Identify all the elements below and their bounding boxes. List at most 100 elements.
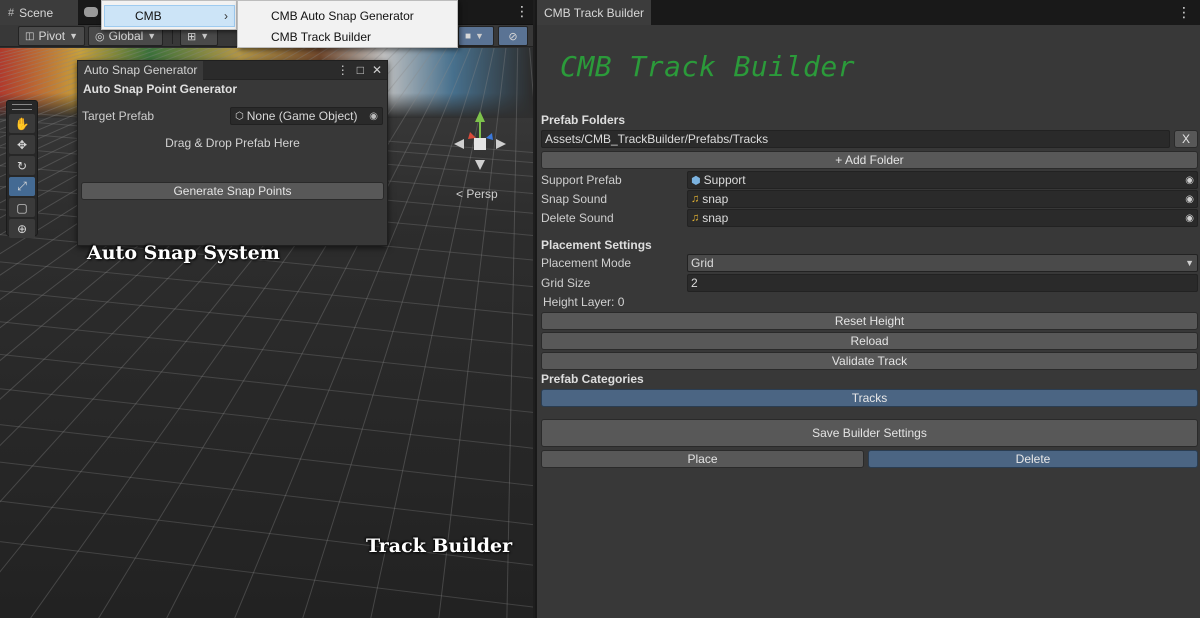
camera-settings-dropdown[interactable]: ■ ▼ [458, 26, 494, 46]
move-tool-icon[interactable]: ✥ [9, 135, 35, 154]
palette-drag-handle[interactable] [12, 104, 32, 110]
pivot-dropdown[interactable]: ◫ Pivot ▼ [18, 26, 86, 46]
snap-sound-row: Snap Sound ♫ snap ◉ [541, 190, 1198, 208]
target-prefab-value: None (Game Object) [246, 109, 358, 123]
grid-line [520, 48, 533, 618]
scene-view[interactable]: # Scene ⋮ ◫ Pivot ▼ ◎ Global ▼ ⊞ ▼ ■ ▼ ⊘ [0, 0, 533, 618]
grid-line [520, 48, 533, 618]
save-builder-settings-button[interactable]: Save Builder Settings [541, 419, 1198, 447]
place-mode-button[interactable]: Place [541, 450, 864, 468]
placement-mode-dropdown[interactable]: Grid ▼ [687, 254, 1198, 272]
snap-sound-label: Snap Sound [541, 192, 608, 206]
menu-item-auto-snap-generator[interactable]: CMB Auto Snap Generator [271, 9, 414, 23]
close-icon[interactable]: ✕ [372, 63, 382, 77]
height-layer-text: Height Layer: 0 [543, 295, 625, 309]
support-prefab-row: Support Prefab ⬢ Support ◉ [541, 171, 1198, 189]
object-picker-icon[interactable]: ◉ [1185, 213, 1194, 224]
prefab-drop-area[interactable]: Drag & Drop Prefab Here [78, 136, 387, 182]
globe-icon: ◎ [95, 30, 105, 43]
grid-line [0, 424, 533, 487]
category-tab-tracks[interactable]: Tracks [541, 389, 1198, 407]
tab-auto-snap-generator[interactable]: Auto Snap Generator [78, 60, 204, 80]
tab-scene[interactable]: # Scene [0, 0, 78, 25]
grid-line [520, 48, 533, 618]
rect-tool-icon[interactable]: ▢ [9, 198, 35, 217]
grid-size-field[interactable]: 2 [687, 274, 1198, 292]
target-prefab-label: Target Prefab [82, 109, 155, 123]
track-builder-caption: Track Builder [366, 535, 513, 557]
hand-tool-icon[interactable]: ✋ [9, 114, 35, 133]
game-controller-icon[interactable] [84, 7, 98, 17]
delete-sound-label: Delete Sound [541, 211, 614, 225]
orientation-gizmo-icon[interactable] [440, 108, 520, 178]
object-picker-icon[interactable]: ◉ [1185, 194, 1194, 205]
grid-line [529, 48, 533, 98]
prefab-categories-heading: Prefab Categories [541, 372, 644, 386]
target-prefab-field[interactable]: ⬡ None (Game Object) ◉ [230, 107, 383, 125]
grid-line [520, 48, 533, 618]
validate-track-button[interactable]: Validate Track [541, 352, 1198, 370]
delete-sound-row: Delete Sound ♫ snap ◉ [541, 209, 1198, 227]
placement-mode-value: Grid [691, 256, 714, 270]
game-object-icon: ⬡ [235, 110, 244, 122]
audio-clip-icon: ♫ [691, 193, 700, 205]
grid-snap-icon: ⊞ [187, 30, 197, 43]
grid-size-row: Grid Size 2 [541, 274, 1198, 292]
grid-line [520, 48, 533, 618]
perspective-label[interactable]: < Persp [456, 187, 498, 201]
visibility-toggle[interactable]: ⊘ [498, 26, 528, 46]
more-options-icon[interactable]: ⋮ [337, 63, 349, 77]
grid-size-value: 2 [691, 276, 698, 290]
snap-sound-field[interactable]: ♫ snap ◉ [687, 190, 1198, 208]
prefab-cube-icon: ⬢ [691, 174, 701, 187]
chevron-down-icon: ▼ [200, 31, 210, 41]
target-prefab-row: Target Prefab ⬡ None (Game Object) ◉ [78, 106, 387, 126]
menu-item-track-builder[interactable]: CMB Track Builder [271, 30, 371, 44]
grid-line [520, 48, 533, 618]
transform-tool-icon[interactable]: ⊕ [9, 219, 35, 238]
scale-tool-icon[interactable]: ⤢ [9, 177, 35, 196]
delete-sound-field[interactable]: ♫ snap ◉ [687, 209, 1198, 227]
grid-line [520, 48, 533, 618]
add-folder-button[interactable]: + Add Folder [541, 151, 1198, 169]
support-prefab-field[interactable]: ⬢ Support ◉ [687, 171, 1198, 189]
tab-scene-label: Scene [19, 5, 54, 20]
snap-window-titlebar: Auto Snap Generator ⋮ □ ✕ [78, 60, 387, 80]
more-options-icon[interactable]: ⋮ [1177, 4, 1191, 21]
grid-line [520, 48, 533, 618]
grid-line [520, 48, 533, 618]
delete-mode-button[interactable]: Delete [868, 450, 1198, 468]
grid-line [520, 48, 533, 618]
camera-icon: ■ [465, 30, 472, 42]
object-picker-icon[interactable]: ◉ [1185, 175, 1194, 186]
generate-snap-points-button[interactable]: Generate Snap Points [81, 182, 384, 200]
folder-path-value: Assets/CMB_TrackBuilder/Prefabs/Tracks [545, 132, 769, 146]
tab-cmb-track-builder[interactable]: CMB Track Builder [537, 0, 652, 25]
pivot-label: Pivot [38, 29, 66, 43]
reset-height-button[interactable]: Reset Height [541, 312, 1198, 330]
grid-line [520, 48, 533, 618]
object-picker-icon[interactable]: ◉ [369, 111, 378, 122]
chevron-down-icon: ▼ [475, 31, 484, 41]
more-options-icon[interactable]: ⋮ [515, 3, 529, 20]
pivot-icon: ◫ [25, 30, 35, 42]
snap-sound-value: snap [702, 192, 729, 206]
snap-window-heading: Auto Snap Point Generator [83, 82, 238, 96]
chevron-down-icon: ▼ [1185, 258, 1194, 268]
tools-menu: CMB › [101, 0, 237, 30]
rotate-tool-icon[interactable]: ↻ [9, 156, 35, 175]
menu-item-cmb[interactable]: CMB › [104, 5, 235, 27]
grid-line [520, 48, 533, 618]
folder-path-field[interactable]: Assets/CMB_TrackBuilder/Prefabs/Tracks [541, 130, 1170, 148]
placement-mode-row: Placement Mode Grid ▼ [541, 254, 1198, 272]
maximize-icon[interactable]: □ [357, 63, 364, 77]
auto-snap-generator-window: Auto Snap Generator ⋮ □ ✕ Auto Snap Poin… [77, 60, 388, 246]
delete-sound-value: snap [702, 211, 729, 225]
remove-folder-button[interactable]: X [1174, 130, 1198, 148]
toolbar-divider [172, 29, 173, 44]
cmb-submenu: CMB Auto Snap Generator CMB Track Builde… [237, 0, 458, 48]
reload-button[interactable]: Reload [541, 332, 1198, 350]
grid-line [520, 48, 533, 618]
auto-snap-caption: Auto Snap System [87, 242, 280, 264]
chevron-down-icon: ▼ [69, 31, 79, 41]
